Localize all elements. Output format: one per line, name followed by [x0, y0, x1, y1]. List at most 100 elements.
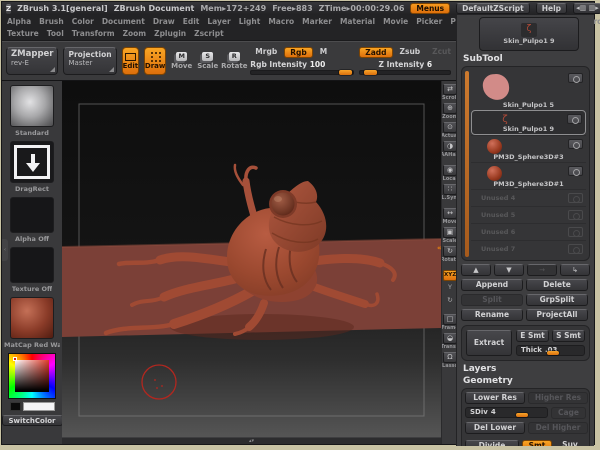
menu-movie[interactable]: Movie [383, 16, 408, 28]
menu-material[interactable]: Material [340, 16, 375, 28]
secondary-color-swatch[interactable] [9, 402, 21, 411]
subtool-down-button[interactable]: ▼ [494, 264, 524, 276]
subtool-item-unused[interactable]: Unused 5 [471, 206, 586, 223]
subtool-section-header[interactable]: SubTool [463, 54, 590, 64]
main-color-swatch[interactable] [22, 402, 55, 411]
m-button[interactable]: M [315, 47, 332, 58]
subtool-duplicate-button[interactable]: → [527, 264, 557, 276]
subtool-item[interactable]: PM3D_Sphere3D#3 [471, 135, 586, 162]
subtool-insert-button[interactable]: ↳ [560, 264, 590, 276]
append-button[interactable]: Append [461, 279, 523, 291]
projectall-button[interactable]: ProjectAll [526, 309, 588, 321]
menu-tool[interactable]: Tool [47, 28, 64, 40]
material-thumbnail[interactable] [10, 297, 54, 339]
scale-mode-button[interactable]: S Scale [197, 47, 218, 75]
extract-button[interactable]: Extract [466, 330, 512, 356]
menu-light[interactable]: Light [239, 16, 261, 28]
menu-layer[interactable]: Layer [207, 16, 230, 28]
rgb-button[interactable]: Rgb [284, 47, 313, 58]
z-intensity-slider[interactable]: Z Intensity 6 [359, 60, 452, 75]
subtool-item-unused[interactable]: Unused 4 [471, 189, 586, 206]
divide-button[interactable]: Divide [465, 440, 519, 446]
alpha-thumbnail[interactable] [10, 197, 54, 233]
right-tray-divider-arrow[interactable]: « [437, 241, 442, 255]
zadd-button[interactable]: Zadd [359, 47, 393, 58]
zmapper-button[interactable]: ZMapper rev-E [6, 47, 59, 75]
higher-res-button[interactable]: Higher Res [528, 392, 588, 404]
menu-transform[interactable]: Transform [72, 28, 115, 40]
subtool-item[interactable]: PM3D_Sphere3D#1 [471, 162, 586, 189]
draw-mode-button[interactable]: Draw [144, 47, 167, 75]
top-shelf: ZMapper rev-E Projection Master Edit Dra… [2, 41, 533, 81]
menu-draw[interactable]: Draw [153, 16, 175, 28]
del-higher-button[interactable]: Del Higher [528, 422, 588, 434]
menu-zoom[interactable]: Zoom [123, 28, 147, 40]
grpsplit-button[interactable]: GrpSplit [526, 294, 588, 306]
subtool-item-unused[interactable]: Unused 7 [471, 240, 586, 257]
smt-button[interactable]: Smt [522, 440, 552, 446]
document-canvas[interactable] [62, 81, 441, 437]
projection-master-button[interactable]: Projection Master [63, 47, 117, 75]
cage-button[interactable]: Cage [551, 407, 586, 419]
subtool-item[interactable]: Skin_Pulpo1 5 [471, 70, 586, 110]
menu-picker[interactable]: Picker [416, 16, 442, 28]
e-smt-button[interactable]: E Smt [516, 330, 549, 342]
zsub-button[interactable]: Zsub [395, 47, 426, 58]
del-lower-button[interactable]: Del Lower [465, 422, 525, 434]
sdiv-slider[interactable]: SDiv 4 [465, 407, 548, 418]
geometry-section-header[interactable]: Geometry [463, 376, 590, 386]
rotate-mode-button[interactable]: R Rotate [221, 47, 247, 75]
suv-button[interactable]: Suv [555, 440, 585, 446]
menu-document[interactable]: Document [102, 16, 145, 28]
menus-button[interactable]: Menus [410, 3, 451, 14]
menu-edit[interactable]: Edit [183, 16, 200, 28]
menu-macro[interactable]: Macro [268, 16, 294, 28]
layers-section-header[interactable]: Layers [463, 364, 590, 374]
visibility-eye-icon[interactable] [567, 114, 582, 124]
color-picker[interactable] [8, 353, 56, 399]
subtool-scrollbar[interactable] [465, 71, 469, 257]
brush-thumbnail[interactable] [10, 85, 54, 127]
active-tool-button[interactable]: ζ Skin_Pulpo1 9 [479, 17, 579, 51]
rgb-intensity-slider[interactable]: Rgb Intensity 100 [250, 60, 355, 75]
subtool-item-unused[interactable]: Unused 6 [471, 223, 586, 240]
visibility-eye-icon[interactable] [568, 166, 583, 176]
mrgb-button[interactable]: Mrgb [250, 47, 282, 58]
menu-color[interactable]: Color [72, 16, 94, 28]
tray-resize-handle[interactable]: ▴▾ [249, 438, 254, 444]
slider-thumb[interactable] [547, 351, 560, 355]
menu-zplugin[interactable]: Zplugin [154, 28, 186, 40]
left-panel-toggle-icon[interactable]: ◂▥ ▥▸ [573, 3, 600, 14]
default-zscript-button[interactable]: DefaultZScript [456, 3, 530, 14]
scale-icon: S [202, 52, 214, 61]
subtool-up-button[interactable]: ▲ [461, 264, 491, 276]
edit-mode-button[interactable]: Edit [121, 47, 140, 75]
slider-thumb[interactable] [516, 413, 529, 417]
menu-zscript[interactable]: Zscript [194, 28, 224, 40]
menu-texture[interactable]: Texture [7, 28, 39, 40]
subtool-item-selected[interactable]: ζ Skin_Pulpo1 9 [471, 110, 586, 135]
visibility-eye-icon[interactable] [568, 139, 583, 149]
s-smt-button[interactable]: S Smt [552, 330, 585, 342]
shelf-z-rotate-button[interactable]: ↻ [443, 296, 457, 307]
switch-color-button[interactable]: SwitchColor [2, 415, 62, 426]
texture-thumbnail[interactable] [10, 247, 54, 283]
left-tray-divider[interactable]: ‹ [2, 239, 8, 261]
stroke-thumbnail[interactable] [10, 141, 54, 183]
help-button[interactable]: Help [535, 3, 568, 14]
slider-thumb[interactable] [339, 70, 353, 75]
shelf-xyz-button[interactable]: XYZ [443, 270, 457, 281]
zcut-button[interactable]: Zcut [427, 47, 456, 58]
visibility-eye-icon[interactable] [568, 73, 583, 83]
menu-alpha[interactable]: Alpha [7, 16, 31, 28]
split-button[interactable]: Split [461, 294, 523, 306]
delete-button[interactable]: Delete [526, 279, 588, 291]
thick-slider[interactable]: Thick .03 [516, 345, 585, 356]
menu-brush[interactable]: Brush [39, 16, 64, 28]
slider-thumb[interactable] [363, 70, 377, 75]
lower-res-button[interactable]: Lower Res [465, 392, 525, 404]
menu-marker[interactable]: Marker [302, 16, 332, 28]
move-mode-button[interactable]: M Move [171, 47, 192, 75]
shelf-y-axis-button[interactable]: Y [443, 283, 457, 294]
rename-button[interactable]: Rename [461, 309, 523, 321]
